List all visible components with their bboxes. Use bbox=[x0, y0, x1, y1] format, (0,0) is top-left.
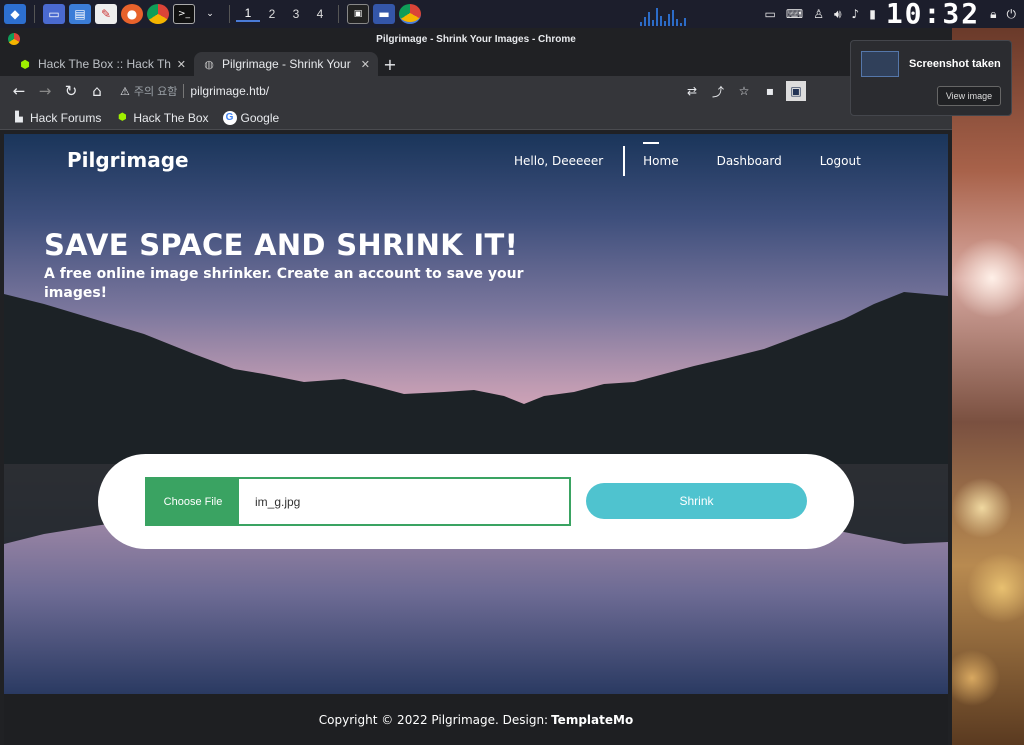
tab-pilgrimage[interactable]: ◍ Pilgrimage - Shrink Your I ✕ bbox=[194, 52, 378, 76]
hackthebox-cube-icon: ⬢ bbox=[20, 58, 30, 71]
web-page: Pilgrimage Hello, Deeeeer Home Dashboard… bbox=[4, 134, 948, 694]
footer-templatemo-link[interactable]: TemplateMo bbox=[551, 713, 633, 727]
file-manager-icon[interactable]: ▤ bbox=[69, 4, 91, 24]
translate-icon[interactable]: ⇄ bbox=[682, 81, 702, 101]
tab-label: Pilgrimage - Shrink Your I bbox=[222, 57, 355, 71]
back-button[interactable]: ← bbox=[6, 78, 32, 104]
site-header: Pilgrimage Hello, Deeeeer Home Dashboard… bbox=[4, 134, 948, 190]
home-button[interactable]: ⌂ bbox=[84, 78, 110, 104]
nav-dashboard-link[interactable]: Dashboard bbox=[717, 154, 782, 168]
view-image-button[interactable]: View image bbox=[937, 86, 1001, 106]
chrome-task-icon[interactable] bbox=[399, 4, 421, 24]
screenshot-thumbnail[interactable] bbox=[861, 51, 899, 77]
terminal-icon[interactable]: >_ bbox=[173, 4, 195, 24]
nav-home-link[interactable]: Home bbox=[643, 142, 679, 168]
bookmark-label: Hack Forums bbox=[30, 110, 102, 125]
site-logo[interactable]: Pilgrimage bbox=[67, 148, 189, 172]
google-icon: G bbox=[222, 110, 237, 125]
bookmarks-bar: ▙ Hack Forums ⬢ Hack The Box G Google bbox=[0, 106, 952, 130]
keyboard-icon[interactable]: ⌨ bbox=[786, 7, 803, 21]
taskbar-separator bbox=[229, 5, 230, 23]
chevron-down-icon[interactable]: ⌄ bbox=[199, 4, 221, 24]
workspace-4[interactable]: 4 bbox=[308, 7, 332, 21]
chrome-app-icon bbox=[8, 33, 20, 45]
battery-icon[interactable]: ▮ bbox=[869, 7, 876, 21]
text-editor-icon[interactable]: ✎ bbox=[95, 4, 117, 24]
window-task-icon[interactable]: ▬ bbox=[373, 4, 395, 24]
window-title: Pilgrimage - Shrink Your Images - Chrome bbox=[376, 33, 576, 45]
firefox-icon[interactable]: ● bbox=[121, 4, 143, 24]
bookmark-google[interactable]: G Google bbox=[222, 110, 280, 125]
audio-visualizer bbox=[640, 6, 710, 26]
reload-button[interactable]: ↻ bbox=[58, 78, 84, 104]
hero-title: SAVE SPACE AND SHRINK IT! bbox=[44, 228, 519, 262]
tab-hackthebox[interactable]: ⬢ Hack The Box :: Hack The B ✕ bbox=[10, 52, 194, 76]
hero-subtitle: A free online image shrinker. Create an … bbox=[44, 266, 524, 301]
tab-strip: ⬢ Hack The Box :: Hack The B ✕ ◍ Pilgrim… bbox=[0, 50, 952, 76]
hack-forums-icon: ▙ bbox=[15, 112, 23, 123]
forward-button[interactable]: → bbox=[32, 78, 58, 104]
warning-icon[interactable]: ⚠ bbox=[120, 85, 130, 98]
notification-title: Screenshot taken bbox=[909, 58, 1001, 70]
share-icon[interactable]: ⤴ bbox=[708, 81, 728, 101]
browser-window: Pilgrimage - Shrink Your Images - Chrome… bbox=[0, 28, 952, 745]
nav-logout-link[interactable]: Logout bbox=[820, 154, 861, 168]
screenshot-notification: Screenshot taken View image bbox=[850, 40, 1012, 116]
omnibox-divider bbox=[183, 84, 185, 98]
workspace-2[interactable]: 2 bbox=[260, 7, 284, 21]
close-tab-icon[interactable]: ✕ bbox=[177, 58, 186, 71]
power-icon[interactable]: ⏻ bbox=[1007, 7, 1017, 22]
nav-divider bbox=[623, 146, 626, 176]
desktop-taskbar: ◆ ▭ ▤ ✎ ● >_ ⌄ 1 2 3 4 ▣ ▬ ▭ ⌨ ♙ 🔊︎ ♪ ▮ … bbox=[0, 0, 1024, 28]
greeting-text: Hello, Deeeeer bbox=[514, 154, 604, 168]
new-tab-button[interactable]: + bbox=[378, 52, 402, 76]
bookmark-star-icon[interactable]: ☆ bbox=[734, 81, 754, 101]
extension-icon-2[interactable]: ▣ bbox=[786, 81, 806, 101]
workspace-1[interactable]: 1 bbox=[236, 6, 260, 22]
taskbar-separator bbox=[338, 5, 339, 23]
globe-icon: ◍ bbox=[204, 58, 214, 71]
chrome-icon[interactable] bbox=[147, 4, 169, 24]
address-bar[interactable]: ⚠ 주의 요함 pilgrimage.htb/ bbox=[110, 78, 682, 104]
taskbar-clock: 10:32 bbox=[885, 0, 981, 30]
taskbar-separator bbox=[34, 5, 35, 23]
footer-copyright: Copyright © 2022 Pilgrimage. Design: bbox=[318, 712, 549, 727]
lock-icon[interactable]: 🔒︎ bbox=[990, 7, 996, 22]
selected-file-name: im_g.jpg bbox=[255, 494, 301, 509]
bookmark-hack-the-box[interactable]: ⬢ Hack The Box bbox=[115, 110, 209, 125]
user-icon[interactable]: ♙ bbox=[813, 7, 824, 21]
close-tab-icon[interactable]: ✕ bbox=[361, 58, 370, 71]
extension-icon[interactable]: ▪ bbox=[760, 81, 780, 101]
desktop-icon[interactable]: ▭ bbox=[43, 4, 65, 24]
window-titlebar: Pilgrimage - Shrink Your Images - Chrome bbox=[0, 28, 952, 50]
terminal-task-icon[interactable]: ▣ bbox=[347, 4, 369, 24]
monitor-icon[interactable]: ▭ bbox=[765, 7, 776, 21]
site-footer: Copyright © 2022 Pilgrimage. Design: Tem… bbox=[4, 694, 948, 745]
desktop-wallpaper bbox=[952, 28, 1024, 745]
security-warning-label[interactable]: 주의 요함 bbox=[134, 83, 178, 99]
tab-label: Hack The Box :: Hack The B bbox=[38, 57, 171, 71]
volume-icon[interactable]: 🔊︎ bbox=[834, 7, 842, 22]
bookmark-label: Google bbox=[240, 110, 280, 125]
mountain-background bbox=[4, 292, 948, 544]
site-nav: Hello, Deeeeer Home Dashboard Logout bbox=[514, 142, 899, 178]
bell-icon[interactable]: ♪ bbox=[852, 7, 860, 21]
shrink-button[interactable]: Shrink bbox=[586, 483, 807, 519]
bookmark-label: Hack The Box bbox=[133, 110, 209, 125]
workspace-3[interactable]: 3 bbox=[284, 7, 308, 21]
bookmark-hack-forums[interactable]: ▙ Hack Forums bbox=[12, 111, 101, 125]
file-input[interactable]: Choose File im_g.jpg bbox=[145, 477, 571, 526]
choose-file-button[interactable]: Choose File bbox=[147, 479, 239, 524]
url-text[interactable]: pilgrimage.htb/ bbox=[190, 84, 269, 98]
app-menu-icon[interactable]: ◆ bbox=[4, 4, 26, 24]
upload-form: Choose File im_g.jpg Shrink bbox=[98, 454, 854, 549]
hackthebox-cube-icon: ⬢ bbox=[117, 112, 127, 123]
browser-toolbar: ← → ↻ ⌂ ⚠ 주의 요함 pilgrimage.htb/ ⇄ ⤴ ☆ ▪ … bbox=[0, 76, 952, 106]
